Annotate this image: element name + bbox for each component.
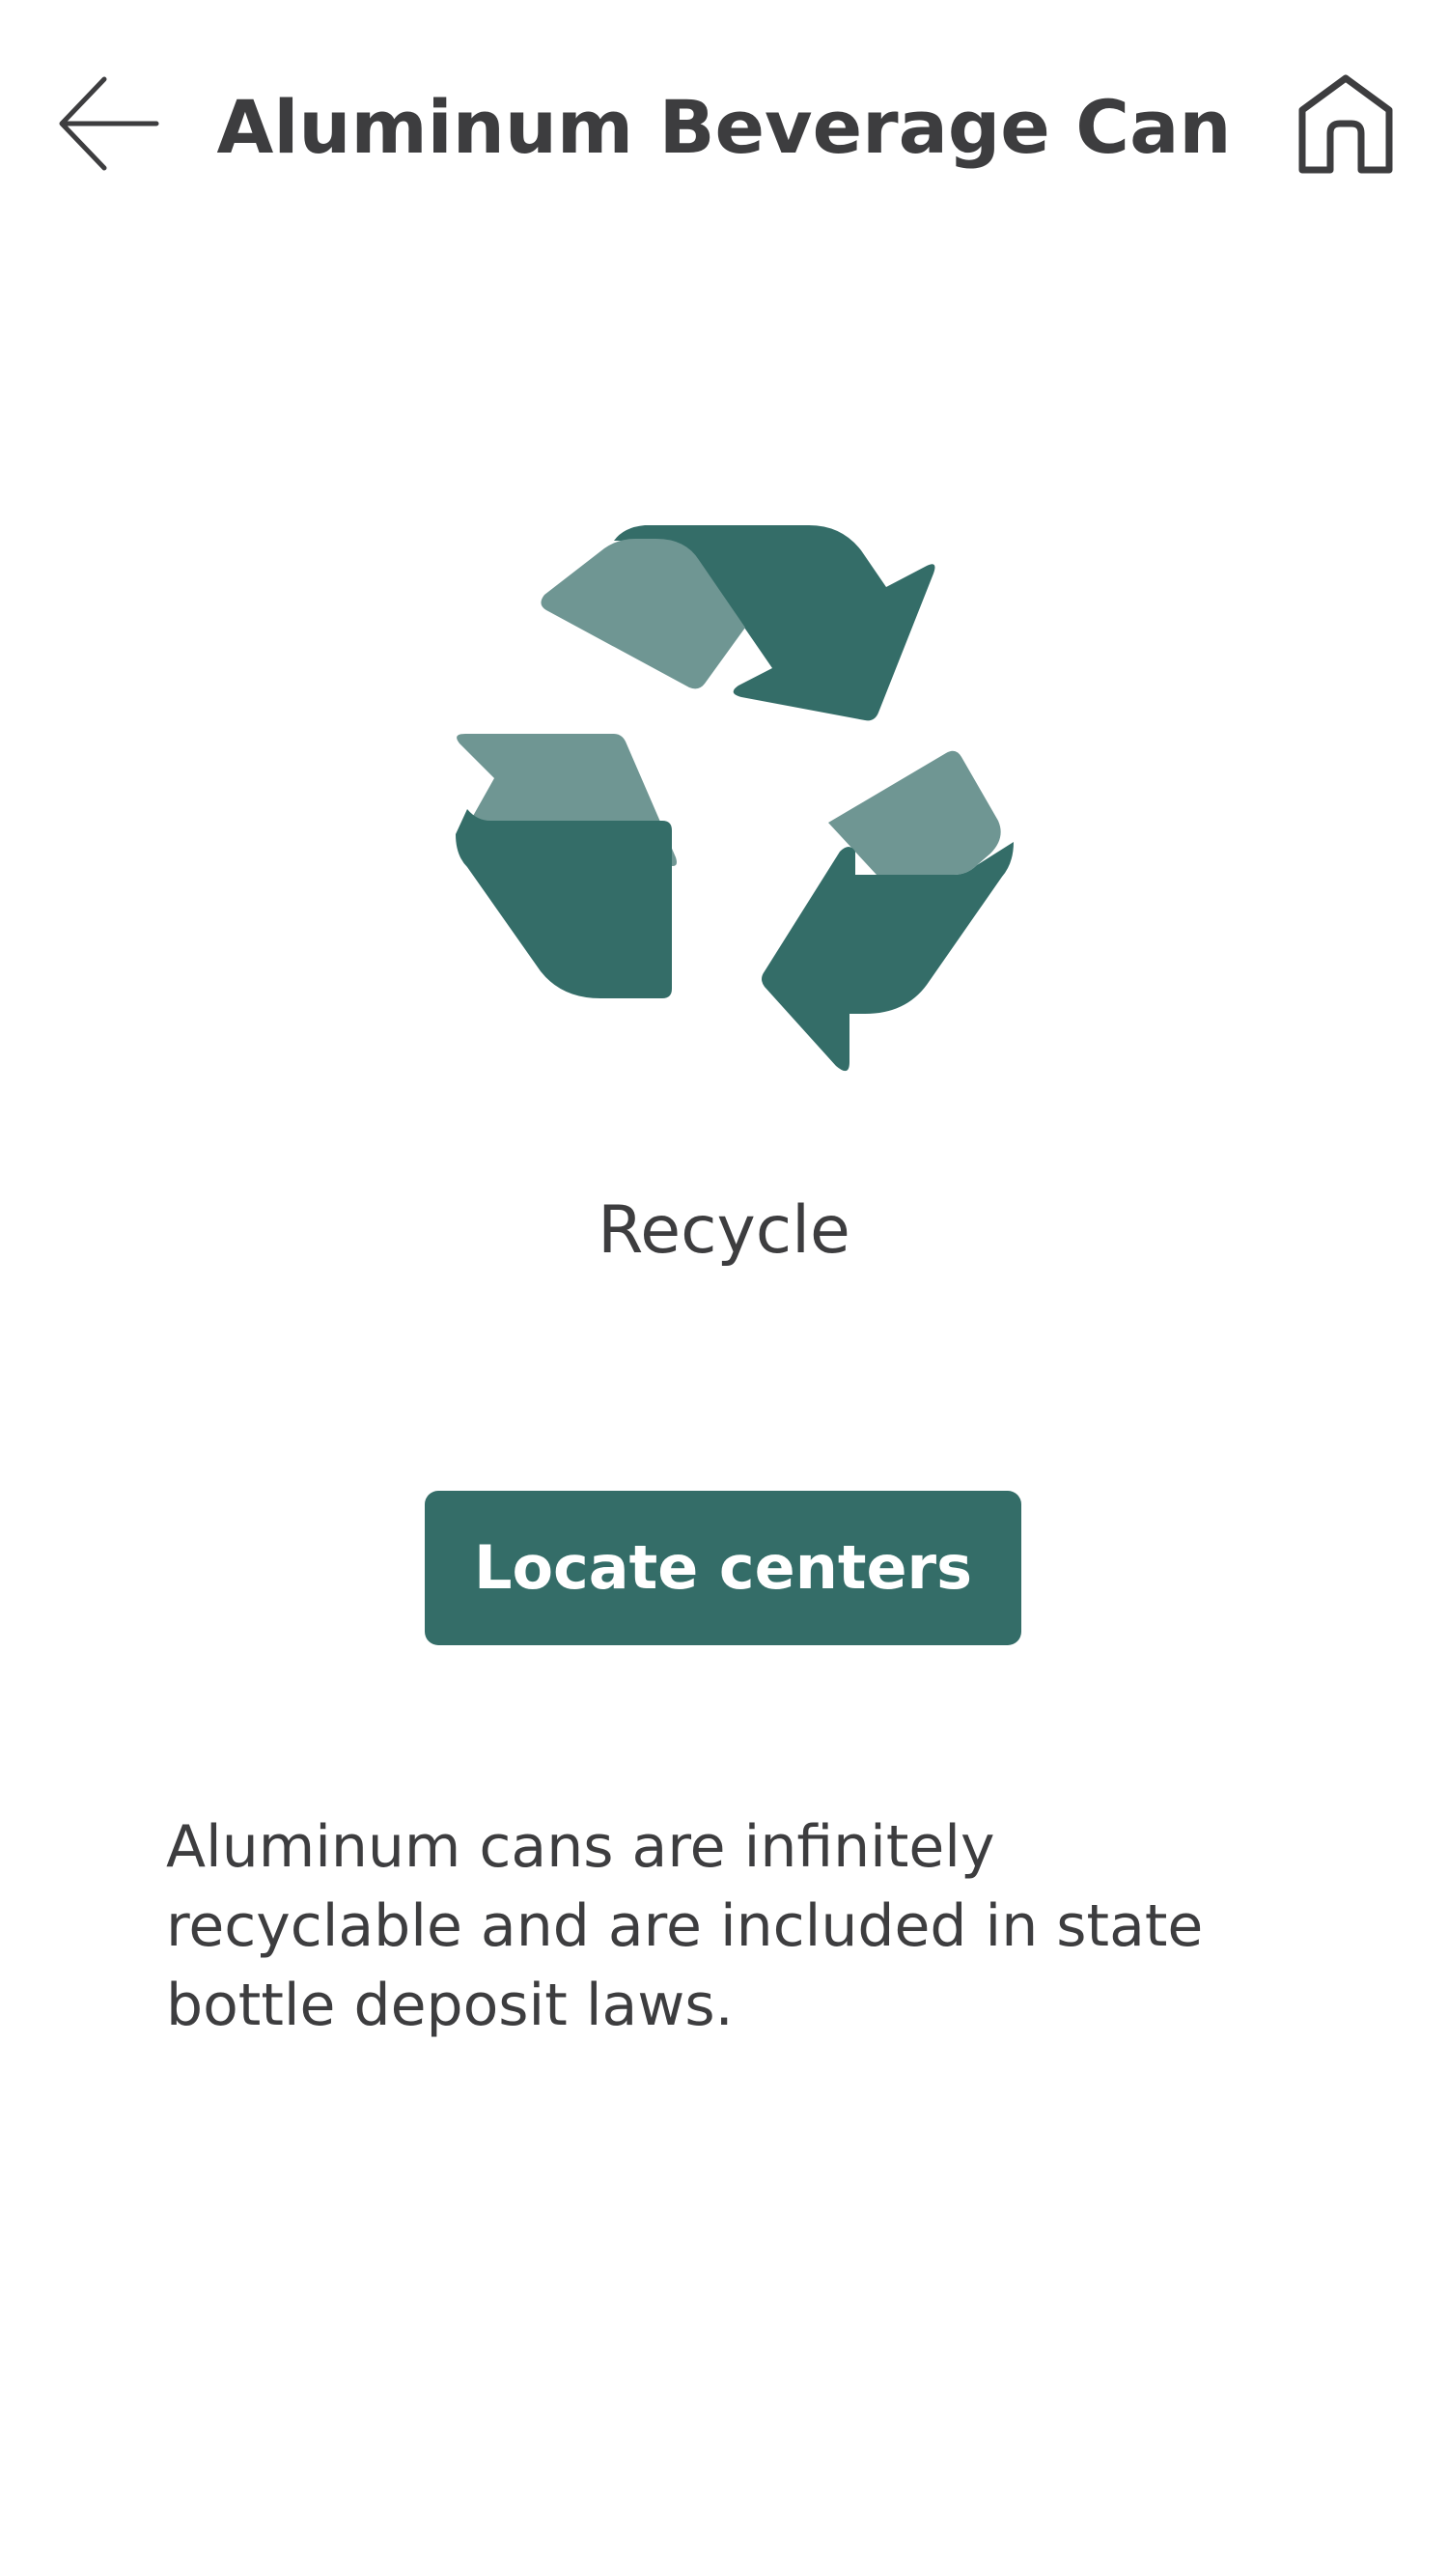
home-icon (1298, 74, 1393, 174)
page-title: Aluminum Beverage Can (216, 84, 1232, 170)
locate-centers-button[interactable]: Locate centers (425, 1491, 1021, 1645)
arrow-left-icon (59, 76, 159, 171)
item-description: Aluminum cans are infinitely recyclable … (166, 1813, 1204, 2039)
disposal-status-label: Recycle (598, 1192, 850, 1269)
app-header: Aluminum Beverage Can (0, 0, 1448, 251)
recycle-icon (444, 518, 1014, 1087)
back-button[interactable] (56, 73, 162, 174)
home-button[interactable] (1297, 73, 1394, 176)
